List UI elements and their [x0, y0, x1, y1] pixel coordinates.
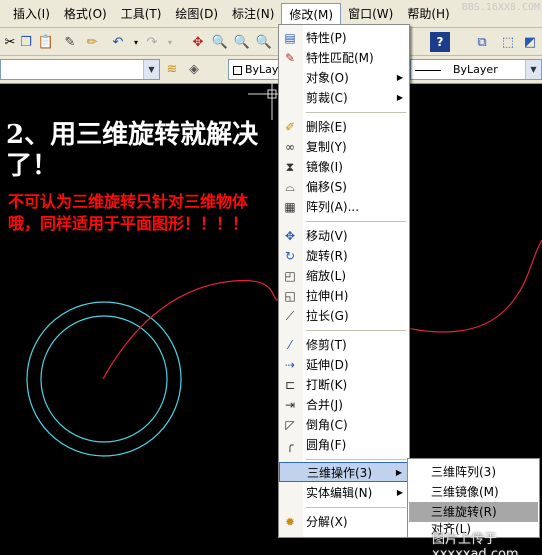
menu-item-label: 阵列(A)... — [306, 200, 360, 214]
menu-item-label: 对象(O) — [306, 71, 349, 85]
offset-icon: ⌓ — [285, 179, 295, 194]
inner-circle — [40, 315, 168, 443]
menu-item-label: 拉伸(H) — [306, 289, 349, 303]
menu-item-erase[interactable]: ✐ 删除(E) — [279, 117, 409, 137]
submenu-item-3d-rotate[interactable]: 三维旋转(R) — [409, 502, 538, 522]
menu-separator — [306, 459, 406, 460]
menu-item-solid-editing[interactable]: 实体编辑(N) ▶ — [279, 483, 409, 503]
lengthen-icon: ⟋ — [285, 308, 295, 323]
menu-item-trim[interactable]: ⁄ 修剪(T) — [279, 335, 409, 355]
menu-item-mirror[interactable]: ⧗ 镜像(I) — [279, 157, 409, 177]
menu-item-properties[interactable]: ▤ 特性(P) — [279, 28, 409, 48]
menu-item-join[interactable]: ⇥ 合并(J) — [279, 395, 409, 415]
submenu-item-3d-array[interactable]: 三维阵列(3) — [409, 462, 538, 482]
menu-item-match-properties[interactable]: ✎ 特性匹配(M) — [279, 48, 409, 68]
menu-separator — [306, 112, 406, 113]
menu-item-offset[interactable]: ⌓ 偏移(S) — [279, 177, 409, 197]
menu-item-label: 三维操作(3) — [307, 466, 372, 480]
menu-item-label: 复制(Y) — [306, 140, 347, 154]
menu-item-label: 特性匹配(M) — [306, 51, 374, 65]
submenu-arrow-icon: ▶ — [396, 488, 403, 497]
menu-item-label: 合并(J) — [306, 398, 343, 412]
array-icon: ▦ — [284, 200, 296, 214]
move-icon: ✥ — [284, 229, 296, 243]
menu-item-chamfer[interactable]: ◸ 倒角(C) — [279, 415, 409, 435]
menu-separator — [306, 330, 406, 331]
menu-item-label: 删除(E) — [306, 120, 347, 134]
copy-icon: ∞ — [285, 140, 295, 154]
menu-item-clip[interactable]: 剪裁(C) ▶ — [279, 88, 409, 108]
menu-item-label: 实体编辑(N) — [306, 486, 373, 500]
menu-item-label: 缩放(L) — [306, 269, 347, 283]
headline-text: 2、用三维旋转就解决了！ — [6, 120, 259, 181]
menu-item-scale[interactable]: ◰ 缩放(L) — [279, 266, 409, 286]
menu-item-object[interactable]: 对象(O) ▶ — [279, 68, 409, 88]
chamfer-icon: ◸ — [285, 418, 295, 432]
menu-item-copy[interactable]: ∞ 复制(Y) — [279, 137, 409, 157]
join-icon: ⇥ — [284, 398, 296, 412]
stretch-icon: ◱ — [284, 289, 296, 303]
menu-item-label: 修剪(T) — [306, 338, 347, 352]
menu-item-label: 倒角(C) — [306, 418, 348, 432]
menu-item-move[interactable]: ✥ 移动(V) — [279, 226, 409, 246]
menu-item-rotate[interactable]: ↻ 旋转(R) — [279, 246, 409, 266]
menu-item-extend[interactable]: ⇢ 延伸(D) — [279, 355, 409, 375]
menu-item-fillet[interactable]: ╭ 圆角(F) — [279, 435, 409, 455]
menu-item-label: 分解(X) — [306, 515, 348, 529]
watermark-bottom: 图片上传于 xxxxxad.com — [432, 532, 519, 555]
menu-item-label: 圆角(F) — [306, 438, 347, 452]
menu-item-label: 剪裁(C) — [306, 91, 348, 105]
menu-separator — [306, 507, 406, 508]
submenu-arrow-icon: ▶ — [395, 468, 402, 477]
red-spline — [102, 279, 279, 380]
erase-icon: ✐ — [284, 120, 296, 134]
menu-item-label: 移动(V) — [306, 229, 348, 243]
submenu-item-3d-mirror[interactable]: 三维镜像(M) — [409, 482, 538, 502]
submenu-arrow-icon: ▶ — [396, 93, 403, 102]
rotate-icon: ↻ — [284, 249, 296, 263]
match-properties-icon: ✎ — [284, 51, 296, 65]
menu-item-array[interactable]: ▦ 阵列(A)... — [279, 197, 409, 217]
menu-item-label: 打断(K) — [306, 378, 348, 392]
scale-icon: ◰ — [284, 269, 296, 283]
menu-item-3d-operations[interactable]: 三维操作(3) ▶ — [279, 462, 409, 482]
mirror-icon: ⧗ — [285, 159, 295, 174]
break-icon: ⊏ — [284, 378, 296, 392]
extend-icon: ⇢ — [284, 358, 296, 372]
menu-item-lengthen[interactable]: ⟋ 拉长(G) — [279, 306, 409, 326]
menu-item-break[interactable]: ⊏ 打断(K) — [279, 375, 409, 395]
menu-separator — [306, 221, 406, 222]
menu-item-explode[interactable]: ✹ 分解(X) — [279, 512, 409, 532]
properties-icon: ▤ — [284, 31, 296, 45]
menu-item-stretch[interactable]: ◱ 拉伸(H) — [279, 286, 409, 306]
note-text: 不可认为三维旋转只针对三维物体哦，同样适用于平面图形！！！！ — [8, 192, 249, 233]
red-spline-right — [406, 239, 542, 333]
menu-item-label: 特性(P) — [306, 31, 347, 45]
explode-icon: ✹ — [284, 515, 296, 529]
modify-menu: ▤ 特性(P) ✎ 特性匹配(M) 对象(O) ▶ 剪裁(C) ▶ ✐ 删除(E… — [278, 24, 410, 538]
menu-item-label: 拉长(G) — [306, 309, 349, 323]
3d-operations-submenu: 三维阵列(3) 三维镜像(M) 三维旋转(R) 对齐(L) — [407, 458, 540, 538]
crosshair-cursor — [248, 80, 278, 120]
fillet-icon: ╭ — [286, 438, 294, 452]
menu-item-label: 旋转(R) — [306, 249, 348, 263]
outer-circle — [26, 301, 182, 457]
submenu-arrow-icon: ▶ — [396, 73, 403, 82]
trim-icon: ⁄ — [288, 338, 291, 352]
menu-item-label: 延伸(D) — [306, 358, 349, 372]
menu-item-label: 镜像(I) — [306, 160, 343, 174]
menu-item-label: 偏移(S) — [306, 180, 347, 194]
